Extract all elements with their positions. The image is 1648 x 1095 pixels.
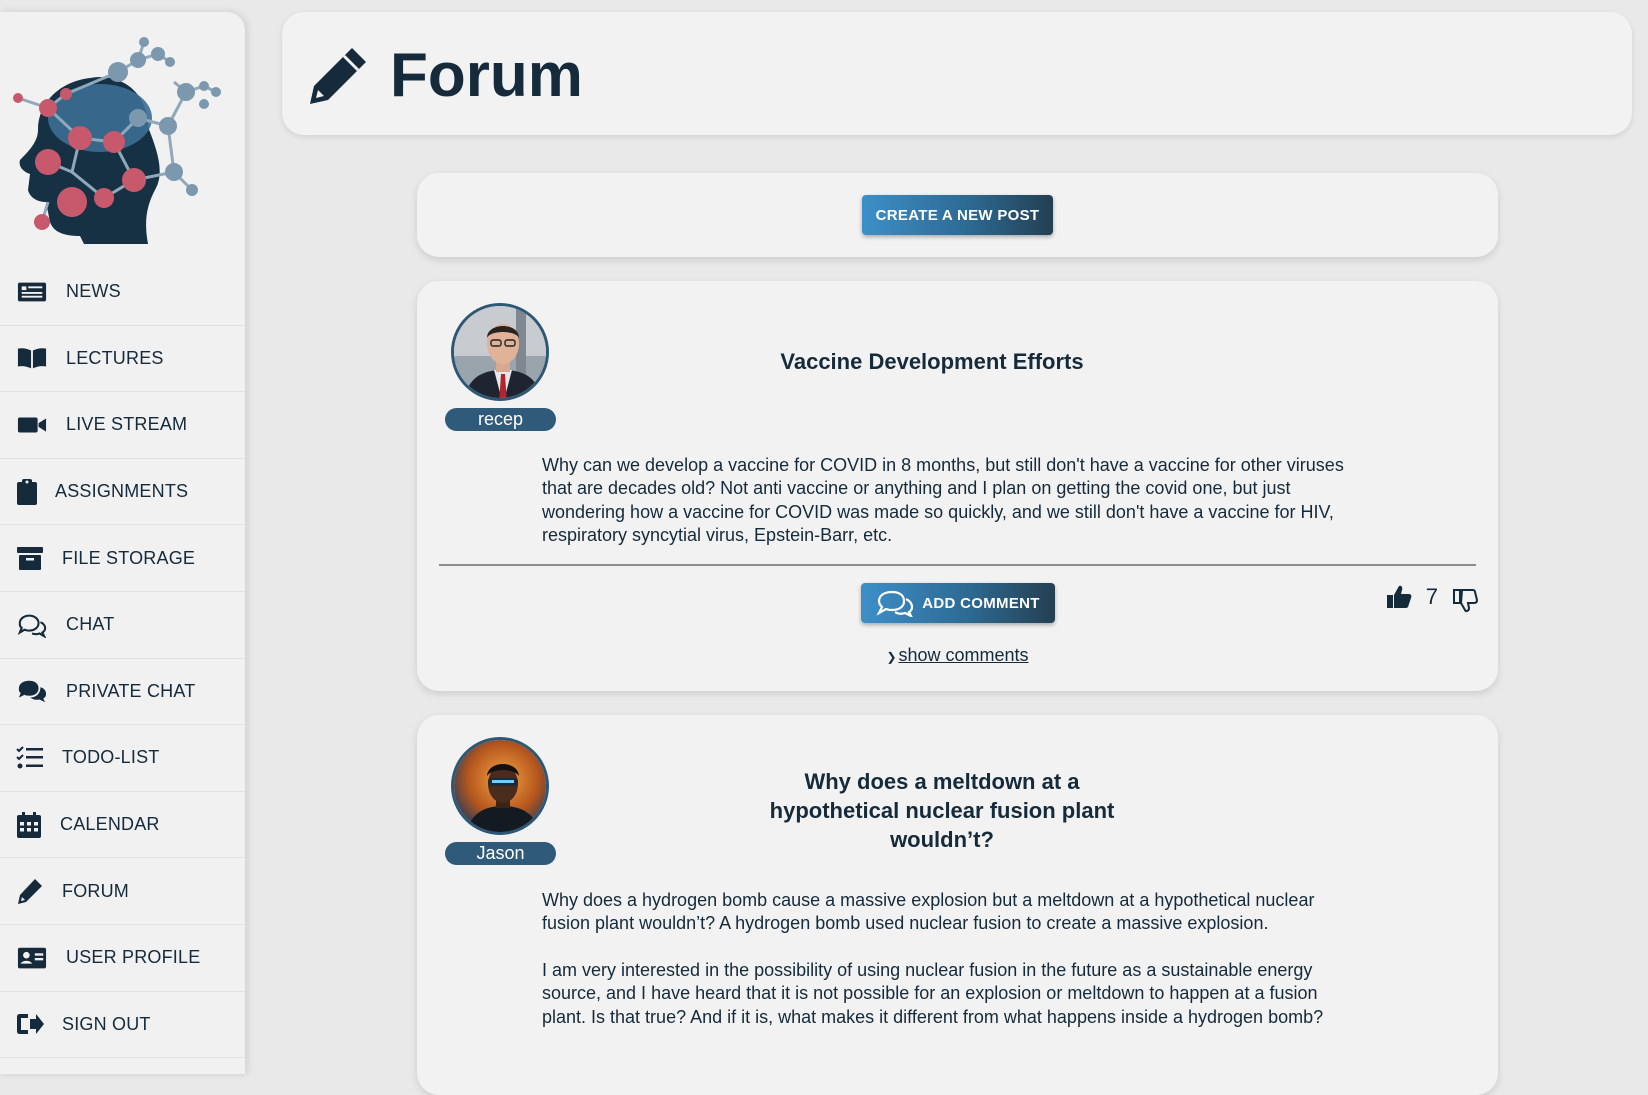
sidebar-item-label: PRIVATE CHAT	[66, 680, 196, 701]
calendar-icon	[16, 811, 42, 839]
chevron-down-icon: ❯	[886, 650, 897, 664]
vote-count: 7	[1425, 584, 1438, 609]
author-badge: Jason	[445, 842, 556, 865]
sidebar: NEWS LECTURES LIVE STREAM ASSIGNMENTS FI…	[0, 12, 245, 1074]
vote-controls: 7	[1386, 581, 1478, 613]
sidebar-item-chat[interactable]: CHAT	[0, 592, 245, 659]
add-comment-button[interactable]: ADD COMMENT	[861, 583, 1055, 623]
archive-icon	[16, 544, 44, 572]
sidebar-item-file-storage[interactable]: FILE STORAGE	[0, 525, 245, 592]
sidebar-item-label: CHAT	[66, 614, 115, 635]
sidebar-item-calendar[interactable]: CALENDAR	[0, 792, 245, 859]
avatar[interactable]	[451, 303, 549, 401]
page-header: Forum	[282, 12, 1632, 135]
sidebar-item-label: SIGN OUT	[62, 1013, 151, 1034]
post-title: Why does a meltdown at a hypothetical nu…	[769, 769, 1115, 852]
sidebar-item-label: ASSIGNMENTS	[55, 481, 189, 502]
post-card: recep Vaccine Development Efforts Why ca…	[417, 281, 1498, 691]
video-camera-icon	[16, 411, 48, 439]
post-body: Why can we develop a vaccine for COVID i…	[542, 454, 1352, 548]
add-comment-label: ADD COMMENT	[922, 594, 1040, 612]
sidebar-item-live-stream[interactable]: LIVE STREAM	[0, 392, 245, 459]
post-paragraph: Why can we develop a vaccine for COVID i…	[542, 455, 1344, 546]
sidebar-item-news[interactable]: NEWS	[0, 259, 245, 326]
post-body: Why does a hydrogen bomb cause a massive…	[542, 889, 1352, 1029]
sidebar-item-lectures[interactable]: LECTURES	[0, 326, 245, 393]
comments-solid-icon	[16, 677, 48, 705]
page-title: Forum	[390, 41, 583, 110]
thumbs-down-icon[interactable]	[1452, 587, 1478, 613]
post-paragraph: Why does a hydrogen bomb cause a massive…	[542, 890, 1315, 934]
book-open-icon	[16, 344, 48, 372]
author-badge: recep	[445, 408, 556, 431]
sidebar-item-label: LECTURES	[66, 347, 164, 368]
sidebar-item-label: CALENDAR	[60, 814, 160, 835]
comments-icon	[876, 590, 914, 617]
sidebar-item-user-profile[interactable]: USER PROFILE	[0, 925, 245, 992]
sidebar-item-label: FORUM	[62, 880, 129, 901]
sidebar-item-forum[interactable]: FORUM	[0, 858, 245, 925]
sign-out-icon	[16, 1010, 44, 1038]
sidebar-item-private-chat[interactable]: PRIVATE CHAT	[0, 659, 245, 726]
show-comments-label: show comments	[898, 645, 1029, 665]
sidebar-item-label: LIVE STREAM	[66, 414, 188, 435]
show-comments-link[interactable]: ❯ show comments	[417, 645, 1498, 666]
post-card: Jason Why does a meltdown at a hypotheti…	[417, 715, 1498, 1095]
sidebar-item-label: NEWS	[66, 281, 121, 302]
sidebar-item-label: FILE STORAGE	[62, 547, 196, 568]
comments-icon	[16, 611, 48, 639]
pencil-icon	[310, 48, 366, 104]
avatar[interactable]	[451, 737, 549, 835]
divider	[439, 564, 1476, 566]
sidebar-item-todo-list[interactable]: TODO-LIST	[0, 725, 245, 792]
newspaper-icon	[16, 278, 48, 306]
sidebar-nav: NEWS LECTURES LIVE STREAM ASSIGNMENTS FI…	[0, 259, 245, 1059]
checklist-icon	[16, 744, 44, 772]
brain-network-logo	[13, 37, 221, 244]
post-paragraph: I am very interested in the possibility …	[542, 959, 1324, 1027]
create-post-button[interactable]: CREATE A NEW POST	[862, 195, 1053, 235]
create-post-card: CREATE A NEW POST	[417, 173, 1498, 257]
post-title: Vaccine Development Efforts	[780, 349, 1084, 374]
thumbs-up-icon[interactable]	[1386, 584, 1412, 610]
id-card-icon	[16, 944, 48, 972]
sidebar-item-assignments[interactable]: ASSIGNMENTS	[0, 459, 245, 526]
clipboard-icon	[16, 478, 38, 506]
sidebar-item-label: USER PROFILE	[66, 947, 201, 968]
pencil-icon	[16, 877, 44, 905]
sidebar-item-label: TODO-LIST	[62, 747, 160, 768]
sidebar-item-sign-out[interactable]: SIGN OUT	[0, 992, 245, 1059]
